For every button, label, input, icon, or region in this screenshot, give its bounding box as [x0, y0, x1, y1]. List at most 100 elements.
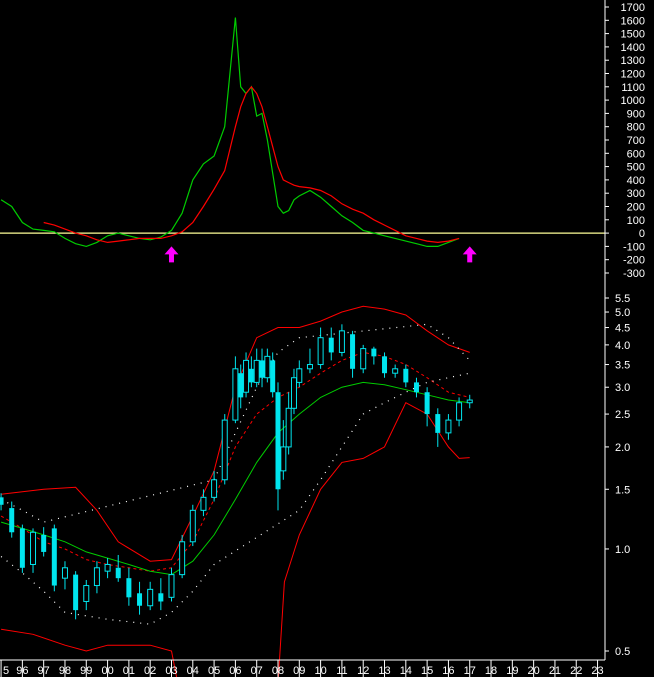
indicator-y-tick-label: 200	[627, 202, 645, 214]
indicator-y-tick-label: 1600	[621, 15, 645, 27]
candle-body-up	[317, 337, 324, 366]
candle-body-down	[413, 382, 419, 393]
price-y-tick-label: 2.0	[615, 442, 630, 454]
x-tick-label: 18	[485, 665, 497, 677]
x-tick-label: 14	[400, 665, 412, 677]
candle	[360, 344, 367, 374]
candle	[19, 524, 25, 573]
x-tick-label: 17	[464, 665, 476, 677]
candle-body-down	[350, 334, 356, 369]
indicator-y-tick-label: 600	[627, 148, 645, 160]
candle-body-up	[232, 368, 239, 421]
x-tick-label: 20	[528, 665, 540, 677]
x-tick-label: 03	[165, 665, 177, 677]
candle-body-up	[445, 419, 452, 434]
indicator-y-tick-label: 1300	[621, 55, 645, 67]
price-y-tick-label: 3.5	[615, 360, 630, 372]
candle-body-up	[296, 368, 303, 383]
candle-body-down	[424, 392, 430, 415]
x-tick-label: 09	[293, 665, 305, 677]
candle-body-up	[189, 509, 196, 543]
candle	[189, 504, 196, 547]
price-y-tick-label: 5.5	[615, 293, 630, 305]
candle-body-up	[147, 588, 154, 607]
candle-body-up	[306, 364, 313, 370]
indicator-y-tick-label: 700	[627, 135, 645, 147]
indicator-y-tick-label: 1100	[621, 82, 645, 94]
candle	[51, 524, 57, 592]
candle-body-down	[371, 348, 377, 357]
indicator-y-tick-label: 300	[627, 188, 645, 200]
x-tick-label: 22	[570, 665, 582, 677]
x-tick-label: 5	[3, 665, 9, 677]
candle-body-down	[328, 337, 334, 353]
candle	[221, 414, 228, 485]
candle-body-up	[200, 496, 207, 511]
candle-body-down	[51, 528, 57, 586]
indicator-y-tick-label: 1700	[621, 2, 645, 14]
price-y-tick-label: 2.5	[615, 409, 630, 421]
x-tick-label: 15	[421, 665, 433, 677]
indicator-y-tick-label: 1500	[621, 29, 645, 41]
candle-body-up	[61, 567, 68, 579]
candle-body-up	[179, 541, 186, 576]
candle-body-up	[253, 359, 260, 383]
candle-body-up	[264, 355, 271, 379]
price-y-tick-label: 4.5	[615, 323, 630, 335]
candle-body-down	[275, 392, 281, 490]
x-tick-label: 07	[251, 665, 263, 677]
price-y-tick-label: 3.0	[615, 382, 630, 394]
candle-body-down	[238, 373, 244, 398]
x-tick-label: 08	[272, 665, 284, 677]
price-y-tick-label: 4.0	[615, 340, 630, 352]
indicator-y-tick-label: 0	[639, 228, 645, 240]
indicator-y-tick-label: 100	[627, 215, 645, 227]
indicator-y-tick-label: 1000	[621, 95, 645, 107]
candle-body-down	[270, 360, 276, 393]
x-tick-label: 13	[378, 665, 390, 677]
chart-canvas: 1700160015001400130012001100100090080070…	[0, 0, 654, 677]
x-tick-label: 00	[101, 665, 113, 677]
indicator-y-tick-label: -200	[623, 255, 645, 267]
candle-body-up	[211, 479, 218, 498]
x-tick-label: 97	[38, 665, 50, 677]
x-tick-label: 12	[357, 665, 369, 677]
candle-body-down	[41, 534, 47, 552]
candle-body-up	[221, 419, 228, 481]
x-tick-label: 01	[123, 665, 135, 677]
candle-body-up	[168, 574, 175, 598]
candle-body-down	[248, 368, 254, 383]
x-tick-label: 23	[591, 665, 603, 677]
candle-body-up	[104, 563, 111, 572]
price-y-tick-label: 1.5	[615, 484, 630, 496]
candle-body-up	[285, 407, 292, 448]
candle-body-up	[30, 531, 37, 565]
candle-body-down	[403, 368, 409, 383]
indicator-y-tick-label: 400	[627, 175, 645, 187]
candle-body-up	[290, 377, 297, 409]
candle-body-down	[9, 508, 15, 533]
candle-body-up	[392, 368, 399, 374]
indicator-y-tick-label: 1400	[621, 42, 645, 54]
candle-body-up	[243, 359, 250, 393]
price-y-tick-label: 1.0	[615, 544, 630, 556]
x-tick-label: 96	[16, 665, 28, 677]
x-tick-label: 06	[229, 665, 241, 677]
x-tick-label: 10	[314, 665, 326, 677]
candle-body-down	[73, 574, 79, 611]
candle-body-up	[466, 399, 473, 404]
x-tick-label: 19	[506, 665, 518, 677]
candle-body-down	[435, 414, 441, 433]
candle-body-down	[382, 356, 388, 374]
x-tick-label: 11	[336, 665, 347, 677]
candle-body-up	[456, 402, 463, 421]
indicator-y-tick-label: 900	[627, 108, 645, 120]
x-tick-label: 05	[208, 665, 220, 677]
candle-body-up	[83, 585, 90, 602]
x-tick-label: 16	[442, 665, 454, 677]
candle-body-down	[158, 593, 164, 602]
candle-body-down	[137, 593, 143, 606]
indicator-y-tick-label: 500	[627, 162, 645, 174]
candle-body-up	[280, 446, 287, 472]
candle-body-up	[360, 348, 367, 370]
